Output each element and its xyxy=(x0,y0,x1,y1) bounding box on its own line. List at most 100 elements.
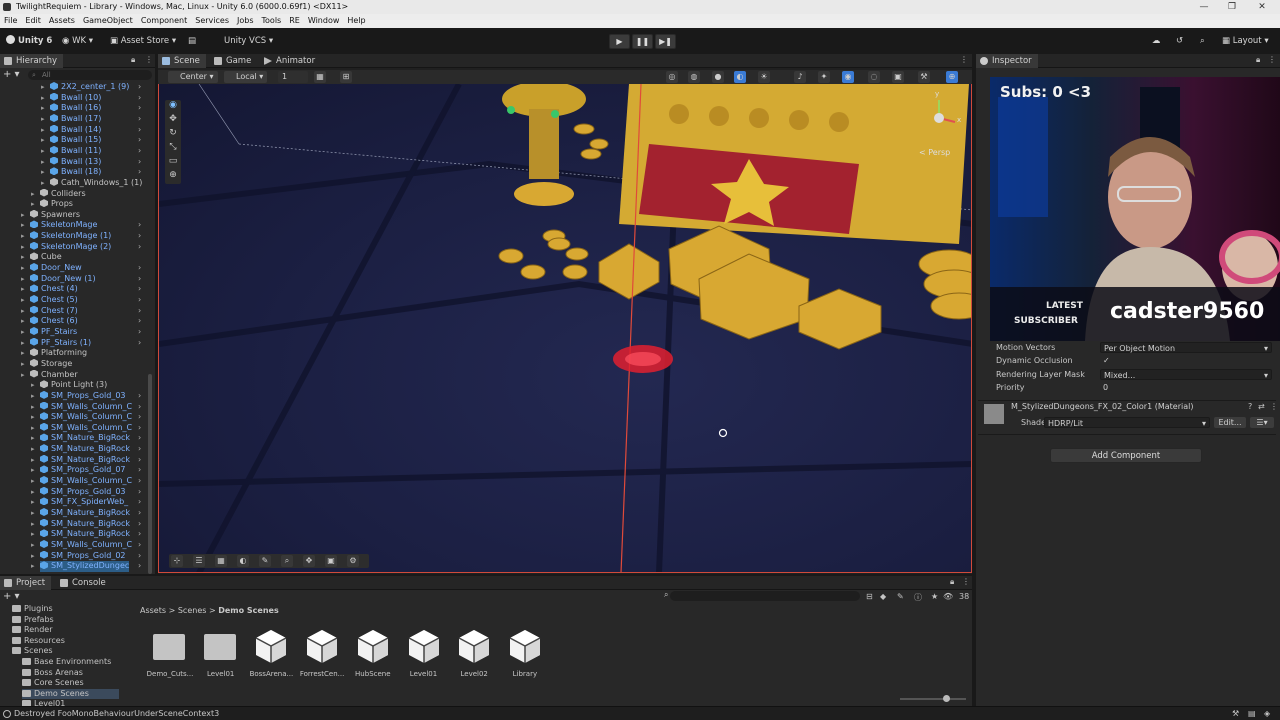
project-folder-item[interactable]: Core Scenes xyxy=(22,678,84,689)
prefab-open-chevron-icon[interactable]: › xyxy=(138,476,141,487)
expand-arrow-icon[interactable]: ▸ xyxy=(31,455,35,466)
favorite-star-icon[interactable]: ★ xyxy=(931,592,938,601)
overlay-move-icon[interactable]: ✥ xyxy=(303,555,315,567)
hierarchy-item[interactable]: ▸ SM_Nature_BigRock › xyxy=(31,508,141,519)
tools-icon[interactable]: ⚒ xyxy=(918,71,930,83)
hierarchy-item[interactable]: ▸ PF_Stairs (1) › xyxy=(21,337,141,349)
prefab-open-chevron-icon[interactable]: › xyxy=(138,519,141,530)
tab-project[interactable]: Project xyxy=(0,576,52,590)
network-icon[interactable]: ◈ xyxy=(1264,707,1270,720)
hierarchy-tree[interactable]: ▸ 2X2_center_1 (9) › ▸ Bwall (10) › ▸ Bwall (16… xyxy=(0,82,155,574)
expand-arrow-icon[interactable]: ▸ xyxy=(21,316,25,327)
prefab-open-chevron-icon[interactable]: › xyxy=(138,93,141,104)
menu-item-gameobject[interactable]: GameObject xyxy=(79,14,137,28)
expand-arrow-icon[interactable]: ▸ xyxy=(31,519,35,530)
menu-item-edit[interactable]: Edit xyxy=(21,14,45,28)
kebab-menu-icon[interactable]: ⋮ xyxy=(962,577,970,586)
icon-size-slider[interactable] xyxy=(900,698,966,700)
project-folder-item[interactable]: Demo Scenes xyxy=(22,688,119,700)
grid-icon[interactable]: ▦ xyxy=(314,71,326,83)
prefab-open-chevron-icon[interactable]: › xyxy=(138,508,141,519)
hierarchy-item[interactable]: ▸ Storage xyxy=(21,358,72,370)
hierarchy-item[interactable]: ▸ Door_New (1) › xyxy=(21,273,141,285)
scene-viewport[interactable]: ◉ ✥ ↻ ⤡ ▭ ⊕ y x < Persp ⊹ ☰ ▦ ◐ ✎ ⌕ ✥ ▣ … xyxy=(158,84,972,573)
expand-arrow-icon[interactable]: ▸ xyxy=(41,178,45,189)
hierarchy-item[interactable]: ▸ Props xyxy=(31,199,73,210)
hierarchy-item[interactable]: ▸ SkeletonMage (1) › xyxy=(21,231,141,242)
expand-arrow-icon[interactable]: ▸ xyxy=(31,529,35,540)
hierarchy-item[interactable]: ▸ SkeletonMage › xyxy=(21,220,141,231)
prefab-open-chevron-icon[interactable]: › xyxy=(138,433,141,444)
prefab-open-chevron-icon[interactable]: › xyxy=(138,444,141,455)
pivot-center-dropdown[interactable]: Center ▾ xyxy=(168,71,218,83)
rotate-tool-icon[interactable]: ↻ xyxy=(165,128,181,142)
expand-arrow-icon[interactable]: ▸ xyxy=(31,551,35,562)
prefab-open-chevron-icon[interactable]: › xyxy=(138,125,141,136)
progress-icon[interactable]: ▤ xyxy=(1248,707,1256,720)
project-folder-item[interactable]: Prefabs xyxy=(12,615,54,626)
scale-tool-icon[interactable]: ⤡ xyxy=(165,142,181,156)
hierarchy-item[interactable]: ▸ Chest (5) › xyxy=(21,295,141,306)
prefab-open-chevron-icon[interactable]: › xyxy=(138,561,141,572)
expand-arrow-icon[interactable]: ▸ xyxy=(41,167,45,178)
hierarchy-item[interactable]: ▸ Bwall (16) › xyxy=(41,103,141,114)
menu-item-jobs[interactable]: Jobs xyxy=(233,14,258,28)
prefab-open-chevron-icon[interactable]: › xyxy=(138,338,141,349)
hierarchy-item[interactable]: ▸ SM_Walls_Column_C › xyxy=(31,401,141,413)
hierarchy-item[interactable]: ▸ Chest (7) › xyxy=(21,305,141,317)
menu-item-tools[interactable]: Tools xyxy=(258,14,286,28)
overlay-tool-1-icon[interactable]: ⊹ xyxy=(171,555,183,567)
hierarchy-item[interactable]: ▸ SM_Props_Gold_07 › xyxy=(31,465,141,476)
kebab-menu-icon[interactable]: ⋮ xyxy=(1270,402,1278,411)
hierarchy-item[interactable]: ▸ SM_Walls_Column_C › xyxy=(31,539,141,551)
prefab-open-chevron-icon[interactable]: › xyxy=(138,220,141,231)
shader-dropdown[interactable]: HDRP/Lit ▾ xyxy=(1044,417,1210,428)
prefab-open-chevron-icon[interactable]: › xyxy=(138,465,141,476)
prefab-open-chevron-icon[interactable]: › xyxy=(138,295,141,306)
hierarchy-item[interactable]: ▸ Cath_Windows_1 (1) xyxy=(41,177,142,189)
icon-size-slider-handle[interactable] xyxy=(943,695,950,702)
prefab-open-chevron-icon[interactable]: › xyxy=(138,529,141,540)
expand-arrow-icon[interactable]: ▸ xyxy=(21,263,25,274)
kebab-menu-icon[interactable]: ⋮ xyxy=(960,55,968,64)
overlay-settings-icon[interactable]: ⚙ xyxy=(347,555,359,567)
inspector-property-field[interactable]: Per Object Motion ▾ xyxy=(1100,342,1272,353)
prefab-open-chevron-icon[interactable]: › xyxy=(138,540,141,551)
shaded-mode-icon[interactable]: ◎ xyxy=(666,71,678,83)
vcs-dropdown[interactable]: Unity VCS ▾ xyxy=(224,34,273,49)
expand-arrow-icon[interactable]: ▸ xyxy=(21,242,25,253)
tab-hierarchy[interactable]: Hierarchy xyxy=(0,54,64,68)
overlay-tool-5-icon[interactable]: ✎ xyxy=(259,555,271,567)
search-by-label-icon[interactable]: ◆ xyxy=(880,592,886,601)
shaded-sphere-icon[interactable]: ● xyxy=(712,71,724,83)
expand-arrow-icon[interactable]: ▸ xyxy=(31,412,35,423)
hierarchy-item[interactable]: ▸ SM_StylizedDungec › xyxy=(31,561,141,572)
minimize-button[interactable]: — xyxy=(1190,0,1218,14)
cloud-icon[interactable]: ☁ xyxy=(1152,34,1161,49)
effects-icon[interactable]: ✦ xyxy=(818,71,830,83)
menu-item-assets[interactable]: Assets xyxy=(45,14,79,28)
inspector-property-field[interactable]: 0 xyxy=(1100,382,1272,393)
prefab-open-chevron-icon[interactable]: › xyxy=(138,167,141,178)
prefab-open-chevron-icon[interactable]: › xyxy=(138,455,141,466)
expand-arrow-icon[interactable]: ▸ xyxy=(31,391,35,402)
hierarchy-item[interactable]: ▸ Colliders xyxy=(31,188,86,200)
account-dropdown[interactable]: ◉ WK ▾ xyxy=(62,34,93,49)
audio-off-icon[interactable]: ♪ xyxy=(794,71,806,83)
expand-arrow-icon[interactable]: ▸ xyxy=(41,114,45,125)
prefab-open-chevron-icon[interactable]: › xyxy=(138,306,141,317)
prefab-open-chevron-icon[interactable]: › xyxy=(138,497,141,508)
expand-arrow-icon[interactable]: ▸ xyxy=(31,476,35,487)
overlay-camera-icon[interactable]: ▣ xyxy=(325,555,337,567)
search-by-type-icon[interactable]: ⊟ xyxy=(866,592,873,601)
layout-dropdown[interactable]: ▦ Layout ▾ xyxy=(1222,34,1269,49)
shader-options-button[interactable]: ☰▾ xyxy=(1250,417,1274,428)
expand-arrow-icon[interactable]: ▸ xyxy=(21,359,25,370)
expand-arrow-icon[interactable]: ▸ xyxy=(31,380,35,391)
expand-arrow-icon[interactable]: ▸ xyxy=(31,402,35,413)
expand-arrow-icon[interactable]: ▸ xyxy=(31,444,35,455)
expand-arrow-icon[interactable]: ▸ xyxy=(41,103,45,114)
lock-icon[interactable]: 🔒︎ xyxy=(950,577,954,587)
status-message[interactable]: Destroyed FooMonoBehaviourUnderSceneCont… xyxy=(14,709,219,718)
hierarchy-item[interactable]: ▸ Platforming xyxy=(21,348,87,359)
